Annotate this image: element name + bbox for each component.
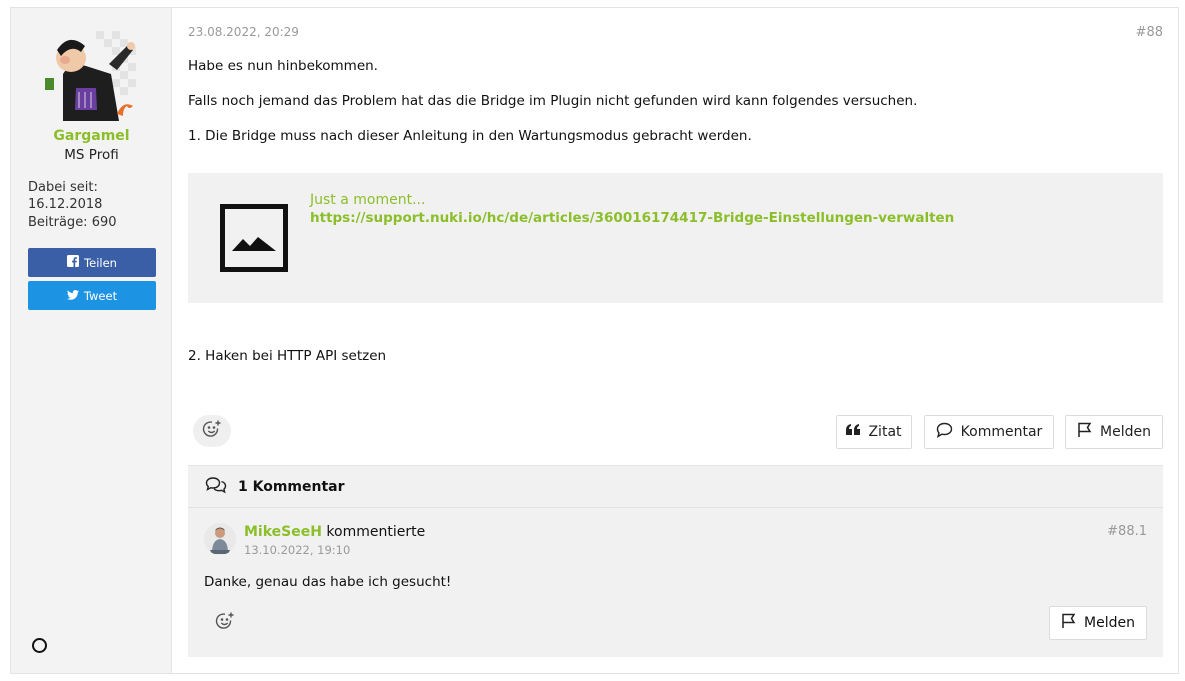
- flag-icon: [1061, 613, 1076, 633]
- link-preview-url[interactable]: https://support.nuki.io/hc/de/articles/3…: [310, 210, 954, 226]
- link-preview-card[interactable]: Just a moment... https://support.nuki.io…: [188, 173, 1163, 303]
- facebook-share-button[interactable]: Teilen: [28, 248, 156, 277]
- comment-report-button[interactable]: Melden: [1049, 606, 1147, 640]
- link-preview-title[interactable]: Just a moment...: [310, 192, 425, 208]
- twitter-icon: [66, 289, 79, 303]
- comment-report-label: Melden: [1084, 615, 1135, 631]
- author-avatar[interactable]: [41, 26, 141, 126]
- report-label: Melden: [1100, 424, 1151, 440]
- comment-add-reaction-button[interactable]: [215, 611, 235, 635]
- post-paragraph-1: Habe es nun hinbekommen.: [188, 58, 378, 74]
- comments-title: 1 Kommentar: [238, 478, 345, 495]
- comments-section: 1 Kommentar MikeSeeH kommentierte 13.10.…: [188, 465, 1163, 657]
- author-rank: MS Profi: [64, 147, 119, 163]
- forum-post: Gargamel MS Profi Dabei seit: 16.12.2018…: [10, 7, 1179, 674]
- member-since-label: Dabei seit:: [28, 180, 98, 195]
- comment-author-line: MikeSeeH kommentierte: [244, 524, 425, 540]
- twitter-share-label: Tweet: [83, 288, 118, 303]
- comments-icon: [205, 476, 227, 498]
- twitter-share-button[interactable]: Tweet: [28, 281, 156, 310]
- post-content: 23.08.2022, 20:29 #88 Habe es nun hinbek…: [188, 8, 1163, 673]
- post-paragraph-4: 2. Haken bei HTTP API setzen: [188, 348, 387, 364]
- facebook-share-label: Teilen: [84, 255, 117, 270]
- author-sidebar: Gargamel MS Profi Dabei seit: 16.12.2018…: [11, 8, 172, 673]
- post-count: Beiträge: 690: [28, 215, 117, 230]
- commenter-avatar[interactable]: [204, 523, 236, 555]
- comment-label: Kommentar: [960, 424, 1043, 440]
- comment-verb: kommentierte: [321, 524, 426, 540]
- comment-number[interactable]: #88.1: [1107, 524, 1147, 539]
- facebook-icon: [67, 255, 80, 270]
- quote-button[interactable]: Zitat: [836, 415, 912, 449]
- member-since-date: 16.12.2018: [28, 197, 103, 212]
- post-paragraph-2: Falls noch jemand das Problem hat das di…: [188, 93, 918, 109]
- report-button[interactable]: Melden: [1065, 415, 1163, 449]
- post-number[interactable]: #88: [1136, 25, 1163, 40]
- quote-label: Zitat: [868, 424, 902, 440]
- quote-icon: [846, 424, 861, 440]
- post-date[interactable]: 23.08.2022, 20:29: [188, 25, 299, 39]
- post-paragraph-3: 1. Die Bridge muss nach dieser Anleitung…: [188, 128, 752, 144]
- comment-author-name[interactable]: MikeSeeH: [244, 524, 322, 540]
- comment-button[interactable]: Kommentar: [924, 415, 1054, 449]
- offline-status-icon: [32, 638, 47, 653]
- smiley-plus-icon: [202, 419, 222, 443]
- image-placeholder-icon: [220, 204, 288, 272]
- comment-date: 13.10.2022, 19:10: [244, 543, 351, 557]
- comment-text: Danke, genau das habe ich gesucht!: [204, 574, 452, 590]
- smiley-plus-icon: [215, 612, 235, 635]
- add-reaction-button[interactable]: [193, 415, 231, 447]
- author-name[interactable]: Gargamel: [11, 128, 172, 144]
- flag-icon: [1077, 422, 1092, 442]
- speech-bubble-icon: [936, 422, 953, 442]
- comments-header: 1 Kommentar: [188, 466, 1163, 508]
